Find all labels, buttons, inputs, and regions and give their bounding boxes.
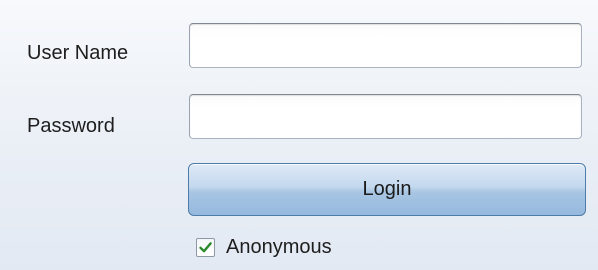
anonymous-option[interactable]: Anonymous <box>196 234 332 260</box>
login-button[interactable]: Login <box>188 163 586 216</box>
checkmark-icon <box>199 241 212 252</box>
login-form: User Name Password Login Anonymous <box>0 0 598 270</box>
password-input[interactable] <box>189 94 582 139</box>
password-label: Password <box>27 115 115 137</box>
anonymous-label[interactable]: Anonymous <box>226 235 332 259</box>
username-input[interactable] <box>189 23 582 68</box>
anonymous-checkbox[interactable] <box>196 237 215 257</box>
username-label: User Name <box>27 42 129 64</box>
